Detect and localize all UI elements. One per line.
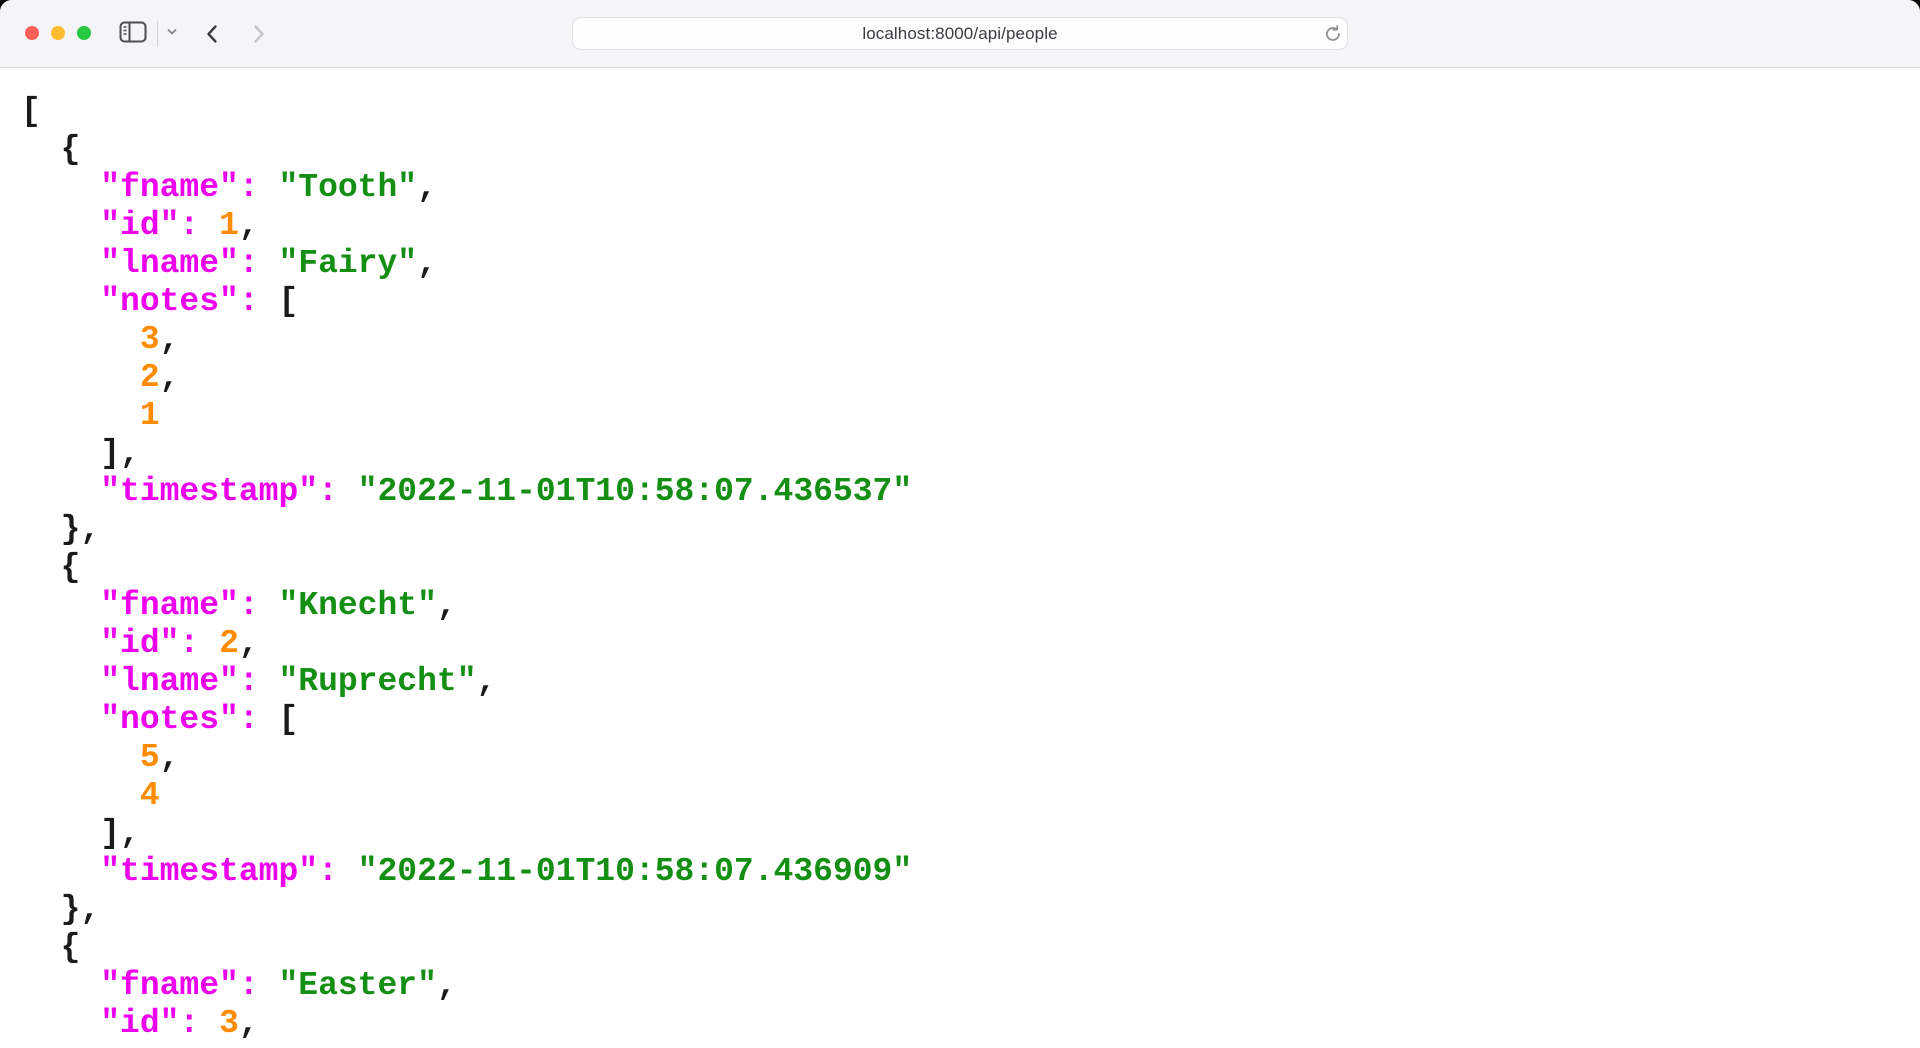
code-line: ], [21, 435, 1920, 473]
code-line: 2, [21, 359, 1920, 397]
code-line: "fname": "Knecht", [21, 587, 1920, 625]
code-line: "lname": "Fairy", [21, 245, 1920, 283]
code-line: "id": 3, [21, 1005, 1920, 1043]
toolbar-divider [157, 21, 158, 47]
code-line: 5, [21, 739, 1920, 777]
reload-button[interactable] [1321, 22, 1345, 46]
code-line: "notes": [ [21, 283, 1920, 321]
code-line: 4 [21, 777, 1920, 815]
code-line: "id": 2, [21, 625, 1920, 663]
zoom-button[interactable] [77, 26, 91, 40]
sidebar-icon[interactable] [118, 19, 148, 50]
close-button[interactable] [25, 26, 39, 40]
url-bar[interactable]: localhost:8000/api/people [572, 17, 1348, 50]
traffic-lights [25, 26, 91, 40]
code-line: "fname": "Tooth", [21, 169, 1920, 207]
code-line: ], [21, 815, 1920, 853]
code-line: "id": 1, [21, 207, 1920, 245]
back-button[interactable] [200, 21, 226, 47]
code-line: "timestamp": "2022-11-01T10:58:07.436909… [21, 853, 1920, 891]
code-line: }, [21, 891, 1920, 929]
json-code: [ { "fname": "Tooth", "id": 1, "lname": … [21, 93, 1920, 1043]
code-line: "notes": [ [21, 701, 1920, 739]
browser-toolbar: localhost:8000/api/people [0, 0, 1920, 68]
code-line: 3, [21, 321, 1920, 359]
browser-window: localhost:8000/api/people [ { "fname": "… [0, 0, 1920, 1048]
code-line: { [21, 549, 1920, 587]
code-line: "lname": "Ruprecht", [21, 663, 1920, 701]
reload-icon [1323, 24, 1343, 44]
chevron-down-icon[interactable] [165, 25, 179, 44]
json-response-view: [ { "fname": "Tooth", "id": 1, "lname": … [0, 69, 1920, 1048]
url-text: localhost:8000/api/people [573, 18, 1347, 49]
code-line: "fname": "Easter", [21, 967, 1920, 1005]
minimize-button[interactable] [51, 26, 65, 40]
code-line: }, [21, 511, 1920, 549]
code-line: "timestamp": "2022-11-01T10:58:07.436537… [21, 473, 1920, 511]
back-icon [201, 22, 225, 46]
forward-icon [246, 22, 270, 46]
sidebar-toggle-group [118, 0, 179, 68]
code-line: [ [21, 93, 1920, 131]
code-line: { [21, 929, 1920, 967]
code-line: { [21, 131, 1920, 169]
forward-button[interactable] [245, 21, 271, 47]
code-line: 1 [21, 397, 1920, 435]
